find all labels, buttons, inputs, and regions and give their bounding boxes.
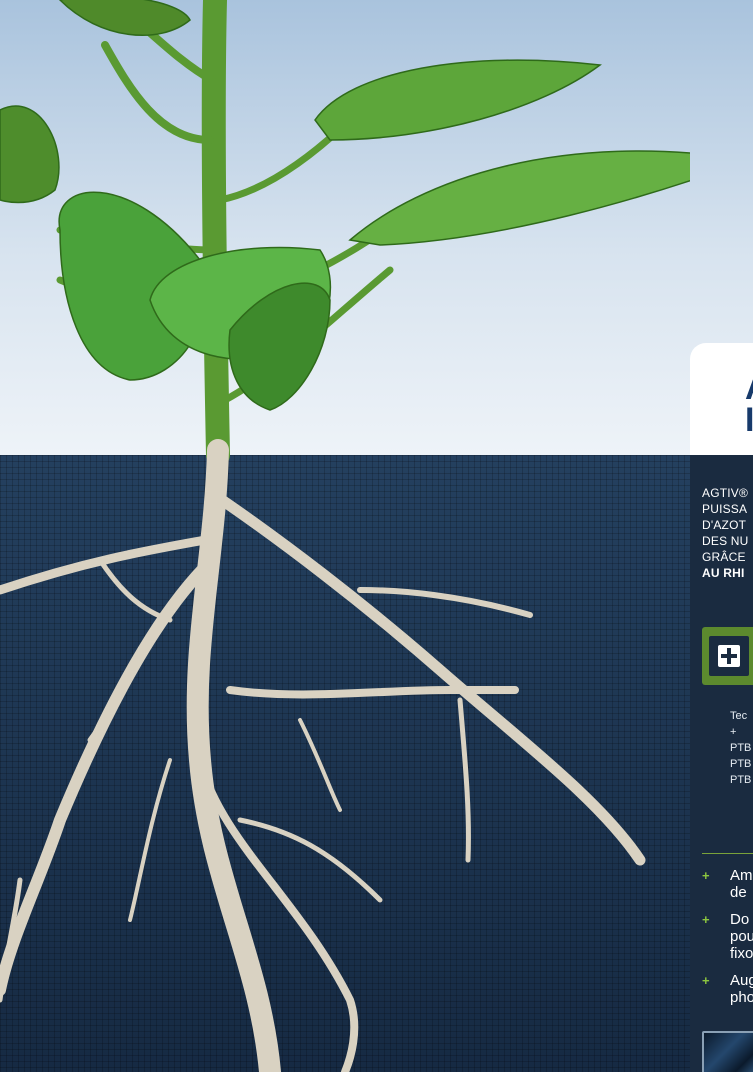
- brand-panel: [690, 343, 753, 455]
- plant-leaves: [0, 0, 690, 411]
- technology-badge: [702, 627, 753, 685]
- list-item: + Do pou fixo: [702, 911, 753, 962]
- product-banner: A I AGTIV® PUISSA D'AZOT DES NU GRÂCE AU…: [0, 0, 753, 1072]
- list-item: + Am de: [702, 867, 753, 901]
- claim-line: DES NU: [702, 534, 749, 548]
- plus-bullet-icon: +: [702, 973, 710, 988]
- claim-text: AGTIV® PUISSA D'AZOT DES NU GRÂCE AU RHI: [702, 485, 753, 581]
- technology-line: +: [730, 726, 737, 738]
- benefits-list: + Am de + Do pou fixo + Aug pho: [702, 867, 753, 1016]
- plant-illustration: [0, 0, 690, 1072]
- benefit-line: de: [730, 884, 747, 901]
- claim-line: AGTIV®: [702, 486, 749, 500]
- brand-logo-line2: I: [745, 401, 753, 439]
- benefit-line: pho: [730, 989, 753, 1006]
- claim-line: GRÂCE: [702, 550, 746, 564]
- benefit-line: pou: [730, 928, 753, 945]
- benefit-line: Aug: [730, 972, 753, 989]
- brand-logo: A I: [745, 371, 753, 439]
- technology-line: PTB: [730, 742, 752, 754]
- plus-bullet-icon: +: [702, 868, 710, 883]
- claim-line: D'AZOT: [702, 518, 747, 532]
- brand-logo-line1: A: [745, 371, 753, 405]
- benefit-line: Am: [730, 867, 753, 884]
- claim-line: PUISSA: [702, 502, 748, 516]
- plant-roots: [0, 439, 646, 1072]
- product-thumbnail: [702, 1031, 753, 1072]
- benefit-line: fixo: [730, 945, 753, 962]
- technology-line: PTB: [730, 758, 752, 770]
- plus-bullet-icon: +: [702, 912, 710, 927]
- technology-badge-inner: [709, 636, 749, 676]
- plus-icon: [718, 645, 740, 667]
- claim-line: AU RHI: [702, 566, 745, 580]
- list-item: + Aug pho: [702, 972, 753, 1006]
- section-divider: [702, 853, 753, 854]
- technology-line: Tec: [730, 710, 748, 722]
- benefit-line: Do: [730, 911, 750, 928]
- info-panel: AGTIV® PUISSA D'AZOT DES NU GRÂCE AU RHI…: [690, 455, 753, 1072]
- technology-list: Tec + PTB PTB PTB: [730, 708, 751, 788]
- technology-line: PTB: [730, 774, 752, 786]
